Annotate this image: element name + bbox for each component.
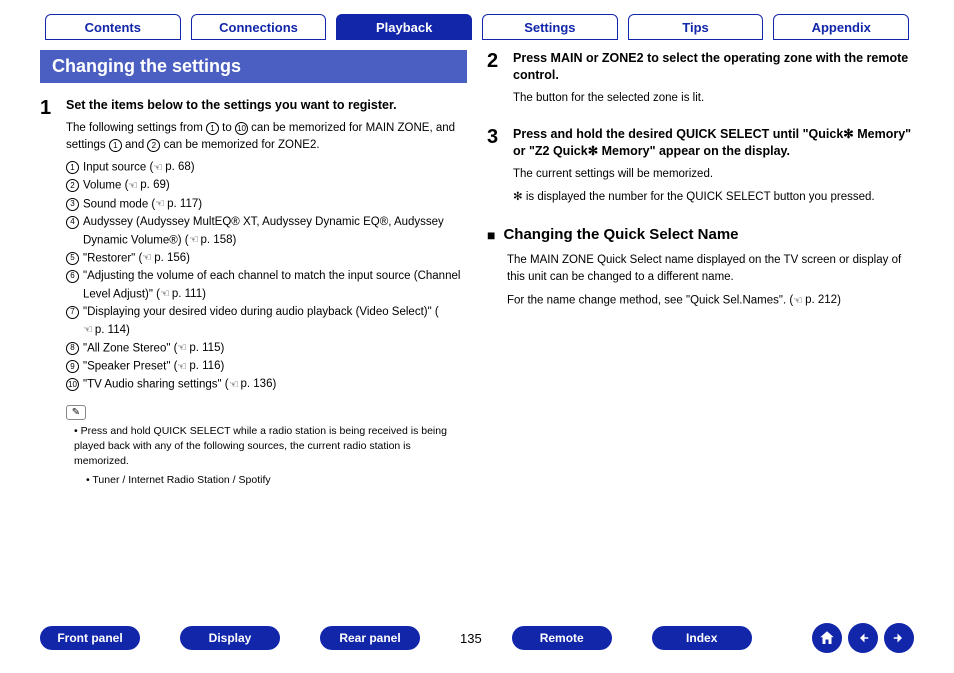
page-ref[interactable]: ☞p. 111 <box>160 286 202 304</box>
list-item: 9"Speaker Preset" (☞p. 116) <box>66 358 467 376</box>
hand-icon: ☞ <box>229 377 239 394</box>
page-ref[interactable]: ☞p. 115 <box>177 340 220 358</box>
step-3-desc2: ✻ is displayed the number for the QUICK … <box>513 189 914 206</box>
note: • Press and hold QUICK SELECT while a ra… <box>66 424 467 489</box>
pill-front-panel[interactable]: Front panel <box>40 626 140 650</box>
list-item: 6"Adjusting the volume of each channel t… <box>66 268 467 304</box>
page-ref[interactable]: ☞p. 156 <box>142 250 186 268</box>
step-1-desc: The following settings from 1 to 10 can … <box>66 120 467 153</box>
list-item: 5"Restorer" (☞p. 156) <box>66 250 467 268</box>
tab-playback[interactable]: Playback <box>336 14 472 40</box>
step-2: 2 Press MAIN or ZONE2 to select the oper… <box>487 50 914 112</box>
top-tabs: Contents Connections Playback Settings T… <box>40 14 914 40</box>
hand-icon: ☞ <box>189 232 199 249</box>
step-1: 1 Set the items below to the settings yo… <box>40 97 467 488</box>
step-number: 2 <box>487 50 513 112</box>
hand-icon: ☞ <box>177 340 187 357</box>
hand-icon: ☞ <box>793 293 803 310</box>
tab-connections[interactable]: Connections <box>191 14 327 40</box>
hand-icon: ☞ <box>153 160 163 177</box>
tab-contents[interactable]: Contents <box>45 14 181 40</box>
step-3: 3 Press and hold the desired QUICK SELEC… <box>487 126 914 211</box>
subsection-p1: The MAIN ZONE Quick Select name displaye… <box>487 252 914 287</box>
list-item: 7"Displaying your desired video during a… <box>66 304 467 340</box>
settings-list: 1Input source (☞p. 68) 2Volume (☞p. 69) … <box>66 159 467 394</box>
subsection-heading: ■ Changing the Quick Select Name <box>487 226 914 244</box>
subsection-p2: For the name change method, see "Quick S… <box>487 292 914 310</box>
page-ref[interactable]: ☞p. 117 <box>155 196 198 214</box>
square-icon: ■ <box>487 226 495 244</box>
hand-icon: ☞ <box>142 250 152 267</box>
arrow-left-icon <box>854 629 872 647</box>
home-button[interactable] <box>812 623 842 653</box>
step-number: 3 <box>487 126 513 211</box>
page-ref[interactable]: ☞p. 114 <box>83 322 126 340</box>
page-ref[interactable]: ☞p. 68 <box>153 159 190 177</box>
note-icon: ✎ <box>66 405 86 420</box>
bottom-bar: Front panel Display Rear panel 135 Remot… <box>40 623 914 653</box>
hand-icon: ☞ <box>160 286 170 303</box>
pill-rear-panel[interactable]: Rear panel <box>320 626 420 650</box>
hand-icon: ☞ <box>155 196 165 213</box>
prev-button[interactable] <box>848 623 878 653</box>
section-header: Changing the settings <box>40 50 467 83</box>
list-item: 8"All Zone Stereo" (☞p. 115) <box>66 340 467 358</box>
home-icon <box>818 629 836 647</box>
hand-icon: ☞ <box>83 322 93 339</box>
list-item: 1Input source (☞p. 68) <box>66 159 467 177</box>
step-1-title: Set the items below to the settings you … <box>66 97 467 114</box>
step-number: 1 <box>40 97 66 488</box>
step-3-desc1: The current settings will be memorized. <box>513 166 914 183</box>
tab-appendix[interactable]: Appendix <box>773 14 909 40</box>
page-ref[interactable]: ☞p. 158 <box>189 232 233 250</box>
hand-icon: ☞ <box>128 178 138 195</box>
tab-tips[interactable]: Tips <box>628 14 764 40</box>
right-column: 2 Press MAIN or ZONE2 to select the oper… <box>487 50 914 502</box>
page-ref[interactable]: ☞p. 116 <box>177 358 220 376</box>
pill-display[interactable]: Display <box>180 626 280 650</box>
page-ref[interactable]: ☞p. 69 <box>128 177 165 195</box>
pill-index[interactable]: Index <box>652 626 752 650</box>
left-column: Changing the settings 1 Set the items be… <box>40 50 467 502</box>
pill-remote[interactable]: Remote <box>512 626 612 650</box>
page-ref[interactable]: ☞p. 212 <box>793 292 837 309</box>
list-item: 2Volume (☞p. 69) <box>66 177 467 195</box>
tab-settings[interactable]: Settings <box>482 14 618 40</box>
step-2-title: Press MAIN or ZONE2 to select the operat… <box>513 50 914 84</box>
page-number: 135 <box>460 631 482 646</box>
hand-icon: ☞ <box>177 359 187 376</box>
arrow-right-icon <box>890 629 908 647</box>
list-item: 3Sound mode (☞p. 117) <box>66 196 467 214</box>
list-item: 10"TV Audio sharing settings" (☞p. 136) <box>66 376 467 394</box>
next-button[interactable] <box>884 623 914 653</box>
step-3-title: Press and hold the desired QUICK SELECT … <box>513 126 914 160</box>
page-ref[interactable]: ☞p. 136 <box>229 376 273 394</box>
step-2-desc: The button for the selected zone is lit. <box>513 90 914 107</box>
list-item: 4Audyssey (Audyssey MultEQ® XT, Audyssey… <box>66 214 467 250</box>
